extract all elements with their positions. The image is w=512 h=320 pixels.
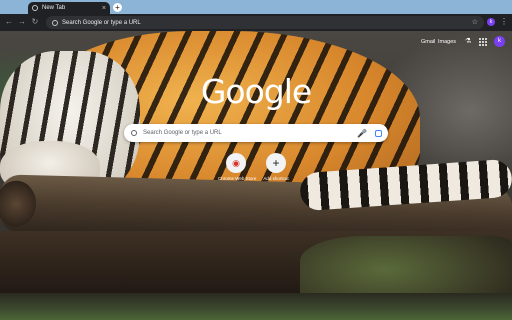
chrome-menu-icon[interactable]: ⋮	[500, 17, 508, 27]
images-link[interactable]: Images	[438, 39, 456, 45]
new-tab-favicon-icon	[32, 5, 38, 11]
shortcut-label: Add shortcut	[263, 176, 289, 181]
google-logo: Google	[200, 72, 312, 111]
tab-new-tab[interactable]: New Tab ×	[28, 2, 110, 14]
omnibox-placeholder: Search Google or type a URL	[62, 19, 141, 26]
reload-icon[interactable]: ↻	[30, 17, 40, 27]
gmail-link[interactable]: Gmail	[421, 39, 435, 45]
google-lens-icon[interactable]	[375, 129, 382, 137]
profile-avatar-button[interactable]: k	[487, 18, 495, 26]
search-placeholder: Search Google or type a URL	[143, 130, 222, 136]
voice-search-icon[interactable]: 🎤	[357, 129, 367, 138]
tab-title: New Tab	[42, 5, 66, 11]
search-icon	[131, 130, 137, 136]
tab-close-icon[interactable]: ×	[102, 5, 106, 12]
back-icon[interactable]: ←	[4, 17, 14, 27]
shortcut-chrome-web-store[interactable]: ◉	[226, 153, 246, 173]
labs-icon[interactable]: ⚗	[465, 37, 471, 45]
omnibox[interactable]: Search Google or type a URL ☆	[46, 16, 484, 29]
log-end	[0, 180, 37, 228]
google-g-icon	[52, 19, 58, 26]
browser-toolbar: ← → ↻ Search Google or type a URL ☆ k ⋮	[0, 14, 512, 31]
chrome-web-store-icon: ◉	[232, 157, 240, 168]
foliage	[0, 293, 512, 320]
add-shortcut-button[interactable]: +	[266, 153, 286, 173]
new-tab-button[interactable]: +	[113, 3, 122, 12]
forward-icon[interactable]: →	[17, 17, 27, 27]
google-apps-icon[interactable]	[479, 38, 487, 46]
bookmark-star-icon[interactable]: ☆	[472, 18, 478, 27]
plus-icon: +	[272, 155, 280, 170]
tab-strip: New Tab × +	[0, 0, 512, 14]
search-box[interactable]: Search Google or type a URL 🎤	[124, 124, 388, 142]
account-avatar[interactable]: k	[494, 36, 505, 47]
shortcut-label: Chrome Web Store	[218, 176, 257, 181]
